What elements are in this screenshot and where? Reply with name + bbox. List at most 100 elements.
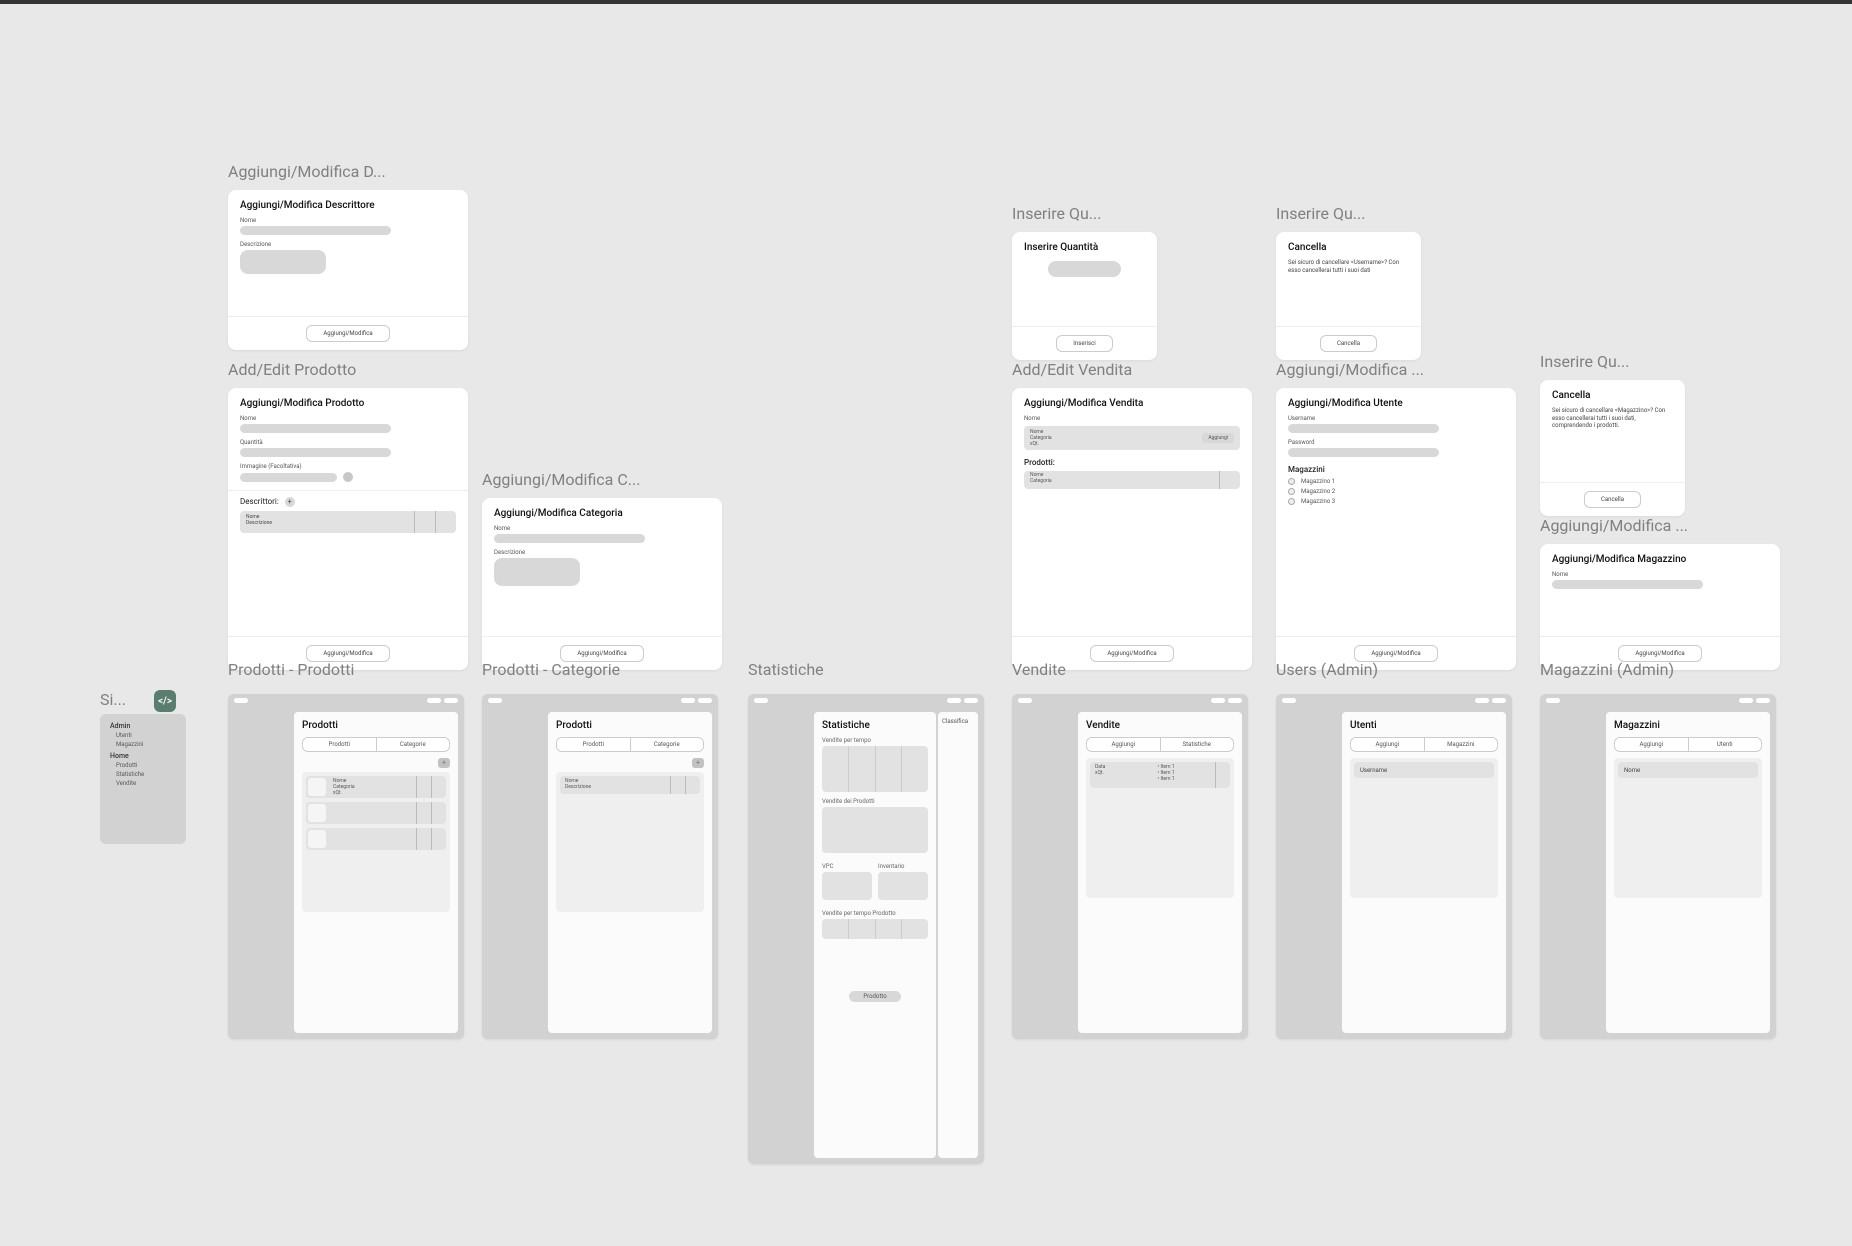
seg-aggiungi[interactable]: Aggiungi bbox=[1351, 738, 1424, 751]
frame-title-inserire2: Inserire Qu... bbox=[1276, 204, 1365, 223]
input-descrizione[interactable] bbox=[494, 558, 580, 586]
action-button[interactable]: Aggiungi/Modifica bbox=[306, 325, 389, 342]
sidebar-item-utenti[interactable]: Utenti bbox=[116, 732, 176, 739]
add-button[interactable]: + bbox=[692, 758, 704, 768]
add-button[interactable]: + bbox=[438, 758, 450, 768]
sidebar-rail[interactable] bbox=[228, 706, 288, 1039]
label-descrizione: Descrizione bbox=[494, 549, 710, 556]
aggiungi-button[interactable]: Aggiungi bbox=[1202, 433, 1234, 443]
label-nome: Nome bbox=[240, 415, 456, 422]
radio-magazzino-1[interactable]: Magazzino 1 bbox=[1288, 478, 1504, 485]
input-quantita[interactable] bbox=[1048, 261, 1121, 277]
frame-title-vendita: Add/Edit Vendita bbox=[1012, 360, 1132, 379]
product-selector[interactable]: Nome Categoria xQt. Aggiungi bbox=[1024, 426, 1240, 450]
product-row[interactable]: Nome Categoria bbox=[1024, 471, 1240, 489]
seg-categorie[interactable]: Categorie bbox=[376, 738, 450, 751]
frame-title-magazzino: Aggiungi/Modifica ... bbox=[1540, 516, 1688, 535]
modal-cancella-magazzino[interactable]: Cancella Sei sicuro di cancellare <Magaz… bbox=[1540, 380, 1685, 516]
frame-title-utente: Aggiungi/Modifica ... bbox=[1276, 360, 1424, 379]
seg-magazzini[interactable]: Magazzini bbox=[1424, 738, 1498, 751]
segmented-control[interactable]: Prodotti Categorie bbox=[556, 737, 704, 752]
action-button[interactable]: Aggiungi/Modifica bbox=[1090, 645, 1173, 662]
modal-inserire-quantita[interactable]: Inserire Quantità Inserisci bbox=[1012, 232, 1157, 360]
segmented-control[interactable]: Aggiungi Statistiche bbox=[1086, 737, 1234, 752]
magazzino-row[interactable]: Nome bbox=[1618, 762, 1758, 778]
user-row[interactable]: Username bbox=[1354, 762, 1494, 778]
seg-categorie[interactable]: Categorie bbox=[630, 738, 704, 751]
action-button[interactable]: Cancella bbox=[1320, 335, 1377, 352]
frame-title-prodotti-categorie: Prodotti - Categorie bbox=[482, 660, 620, 679]
status-bar bbox=[482, 694, 718, 706]
input-nome[interactable] bbox=[240, 424, 391, 433]
image-dot bbox=[343, 472, 353, 482]
input-nome[interactable] bbox=[1552, 580, 1703, 589]
seg-statistiche[interactable]: Statistiche bbox=[1160, 738, 1234, 751]
input-immagine[interactable] bbox=[240, 473, 337, 482]
product-card[interactable]: Nome Categoria xQt. bbox=[306, 776, 446, 798]
prodotto-button[interactable]: Prodotto bbox=[849, 991, 900, 1002]
label-classifica: Classifica bbox=[942, 718, 974, 725]
sidebar-item-magazzini[interactable]: Magazzini bbox=[116, 741, 176, 748]
input-nome[interactable] bbox=[240, 226, 391, 235]
status-bar bbox=[1276, 694, 1512, 706]
segmented-control[interactable]: Aggiungi Utenti bbox=[1614, 737, 1762, 752]
screen-statistiche[interactable]: Statistiche Vendite per tempo Vendite de… bbox=[748, 694, 984, 1164]
modal-utente[interactable]: Aggiungi/Modifica Utente Username Passwo… bbox=[1276, 388, 1516, 670]
sidebar-rail[interactable] bbox=[482, 706, 542, 1039]
action-button[interactable]: Cancella bbox=[1584, 491, 1641, 508]
sidebar-rail[interactable] bbox=[1540, 706, 1600, 1039]
seg-aggiungi[interactable]: Aggiungi bbox=[1087, 738, 1160, 751]
seg-aggiungi[interactable]: Aggiungi bbox=[1615, 738, 1688, 751]
input-password[interactable] bbox=[1288, 448, 1439, 457]
input-username[interactable] bbox=[1288, 424, 1439, 433]
section-magazzini: Magazzini bbox=[1288, 465, 1504, 474]
code-badge[interactable]: </> bbox=[154, 690, 176, 712]
confirm-message: Sei sicuro di cancellare <Magazzino>? Co… bbox=[1552, 407, 1673, 430]
frame-title-inserire1: Inserire Qu... bbox=[1012, 204, 1101, 223]
sidebar-rail[interactable] bbox=[1276, 706, 1336, 1039]
input-descrizione[interactable] bbox=[240, 250, 326, 274]
screen-vendite[interactable]: Vendite Aggiungi Statistiche Data xQt. •… bbox=[1012, 694, 1248, 1039]
screen-prodotti-prodotti[interactable]: Prodotti Prodotti Categorie + Nome Categ… bbox=[228, 694, 464, 1039]
radio-magazzino-2[interactable]: Magazzino 2 bbox=[1288, 488, 1504, 495]
frame-title-statistiche: Statistiche bbox=[748, 660, 824, 679]
sidebar-item-prodotti[interactable]: Prodotti bbox=[116, 762, 176, 769]
screen-users[interactable]: Utenti Aggiungi Magazzini Username bbox=[1276, 694, 1512, 1039]
product-card[interactable] bbox=[306, 802, 446, 824]
action-button[interactable]: Inserisci bbox=[1056, 335, 1112, 352]
sidebar-rail[interactable] bbox=[748, 706, 808, 1164]
label-quantita: Quantità bbox=[240, 439, 456, 446]
card-descrizione: Descrizione bbox=[246, 520, 408, 526]
frame-title-categoria: Aggiungi/Modifica C... bbox=[482, 470, 640, 489]
sidebar-item-vendite[interactable]: Vendite bbox=[116, 780, 176, 787]
segmented-control[interactable]: Aggiungi Magazzini bbox=[1350, 737, 1498, 752]
chart-vpc bbox=[822, 872, 872, 900]
screen-prodotti-categorie[interactable]: Prodotti Prodotti Categorie + Nome Descr… bbox=[482, 694, 718, 1039]
category-card[interactable]: Nome Descrizione bbox=[560, 776, 700, 794]
product-card[interactable] bbox=[306, 828, 446, 850]
seg-prodotti[interactable]: Prodotti bbox=[557, 738, 630, 751]
modal-cancella-user[interactable]: Cancella Sei sicuro di cancellare <Usern… bbox=[1276, 232, 1421, 360]
modal-prodotto[interactable]: Aggiungi/Modifica Prodotto Nome Quantità… bbox=[228, 388, 468, 670]
radio-magazzino-3[interactable]: Magazzino 3 bbox=[1288, 498, 1504, 505]
sidebar-rail[interactable] bbox=[1012, 706, 1072, 1039]
vendita-row[interactable]: Data xQt. • Item 1 • Item 1 • Item 1 bbox=[1090, 762, 1230, 788]
segmented-control[interactable]: Prodotti Categorie bbox=[302, 737, 450, 752]
modal-title: Aggiungi/Modifica Magazzino bbox=[1552, 554, 1768, 565]
modal-categoria[interactable]: Aggiungi/Modifica Categoria Nome Descriz… bbox=[482, 498, 722, 670]
input-quantita[interactable] bbox=[240, 448, 391, 457]
sidebar-item-statistiche[interactable]: Statistiche bbox=[116, 771, 176, 778]
input-nome[interactable] bbox=[494, 534, 645, 543]
modal-vendita[interactable]: Aggiungi/Modifica Vendita Nome Nome Cate… bbox=[1012, 388, 1252, 670]
sidebar-frame[interactable]: Admin Utenti Magazzini Home Prodotti Sta… bbox=[100, 714, 186, 844]
descrittore-card[interactable]: Nome Descrizione bbox=[240, 511, 456, 533]
screen-magazzini[interactable]: Magazzini Aggiungi Utenti Nome bbox=[1540, 694, 1776, 1039]
add-descrittore-icon[interactable]: + bbox=[285, 497, 295, 507]
seg-prodotti[interactable]: Prodotti bbox=[303, 738, 376, 751]
seg-utenti[interactable]: Utenti bbox=[1688, 738, 1762, 751]
frame-title-inserire3: Inserire Qu... bbox=[1540, 352, 1629, 371]
label-nome: Nome bbox=[1024, 415, 1240, 422]
modal-descrittore[interactable]: Aggiungi/Modifica Descrittore Nome Descr… bbox=[228, 190, 468, 350]
modal-title: Aggiungi/Modifica Categoria bbox=[494, 508, 710, 519]
modal-magazzino[interactable]: Aggiungi/Modifica Magazzino Nome Aggiung… bbox=[1540, 544, 1780, 670]
